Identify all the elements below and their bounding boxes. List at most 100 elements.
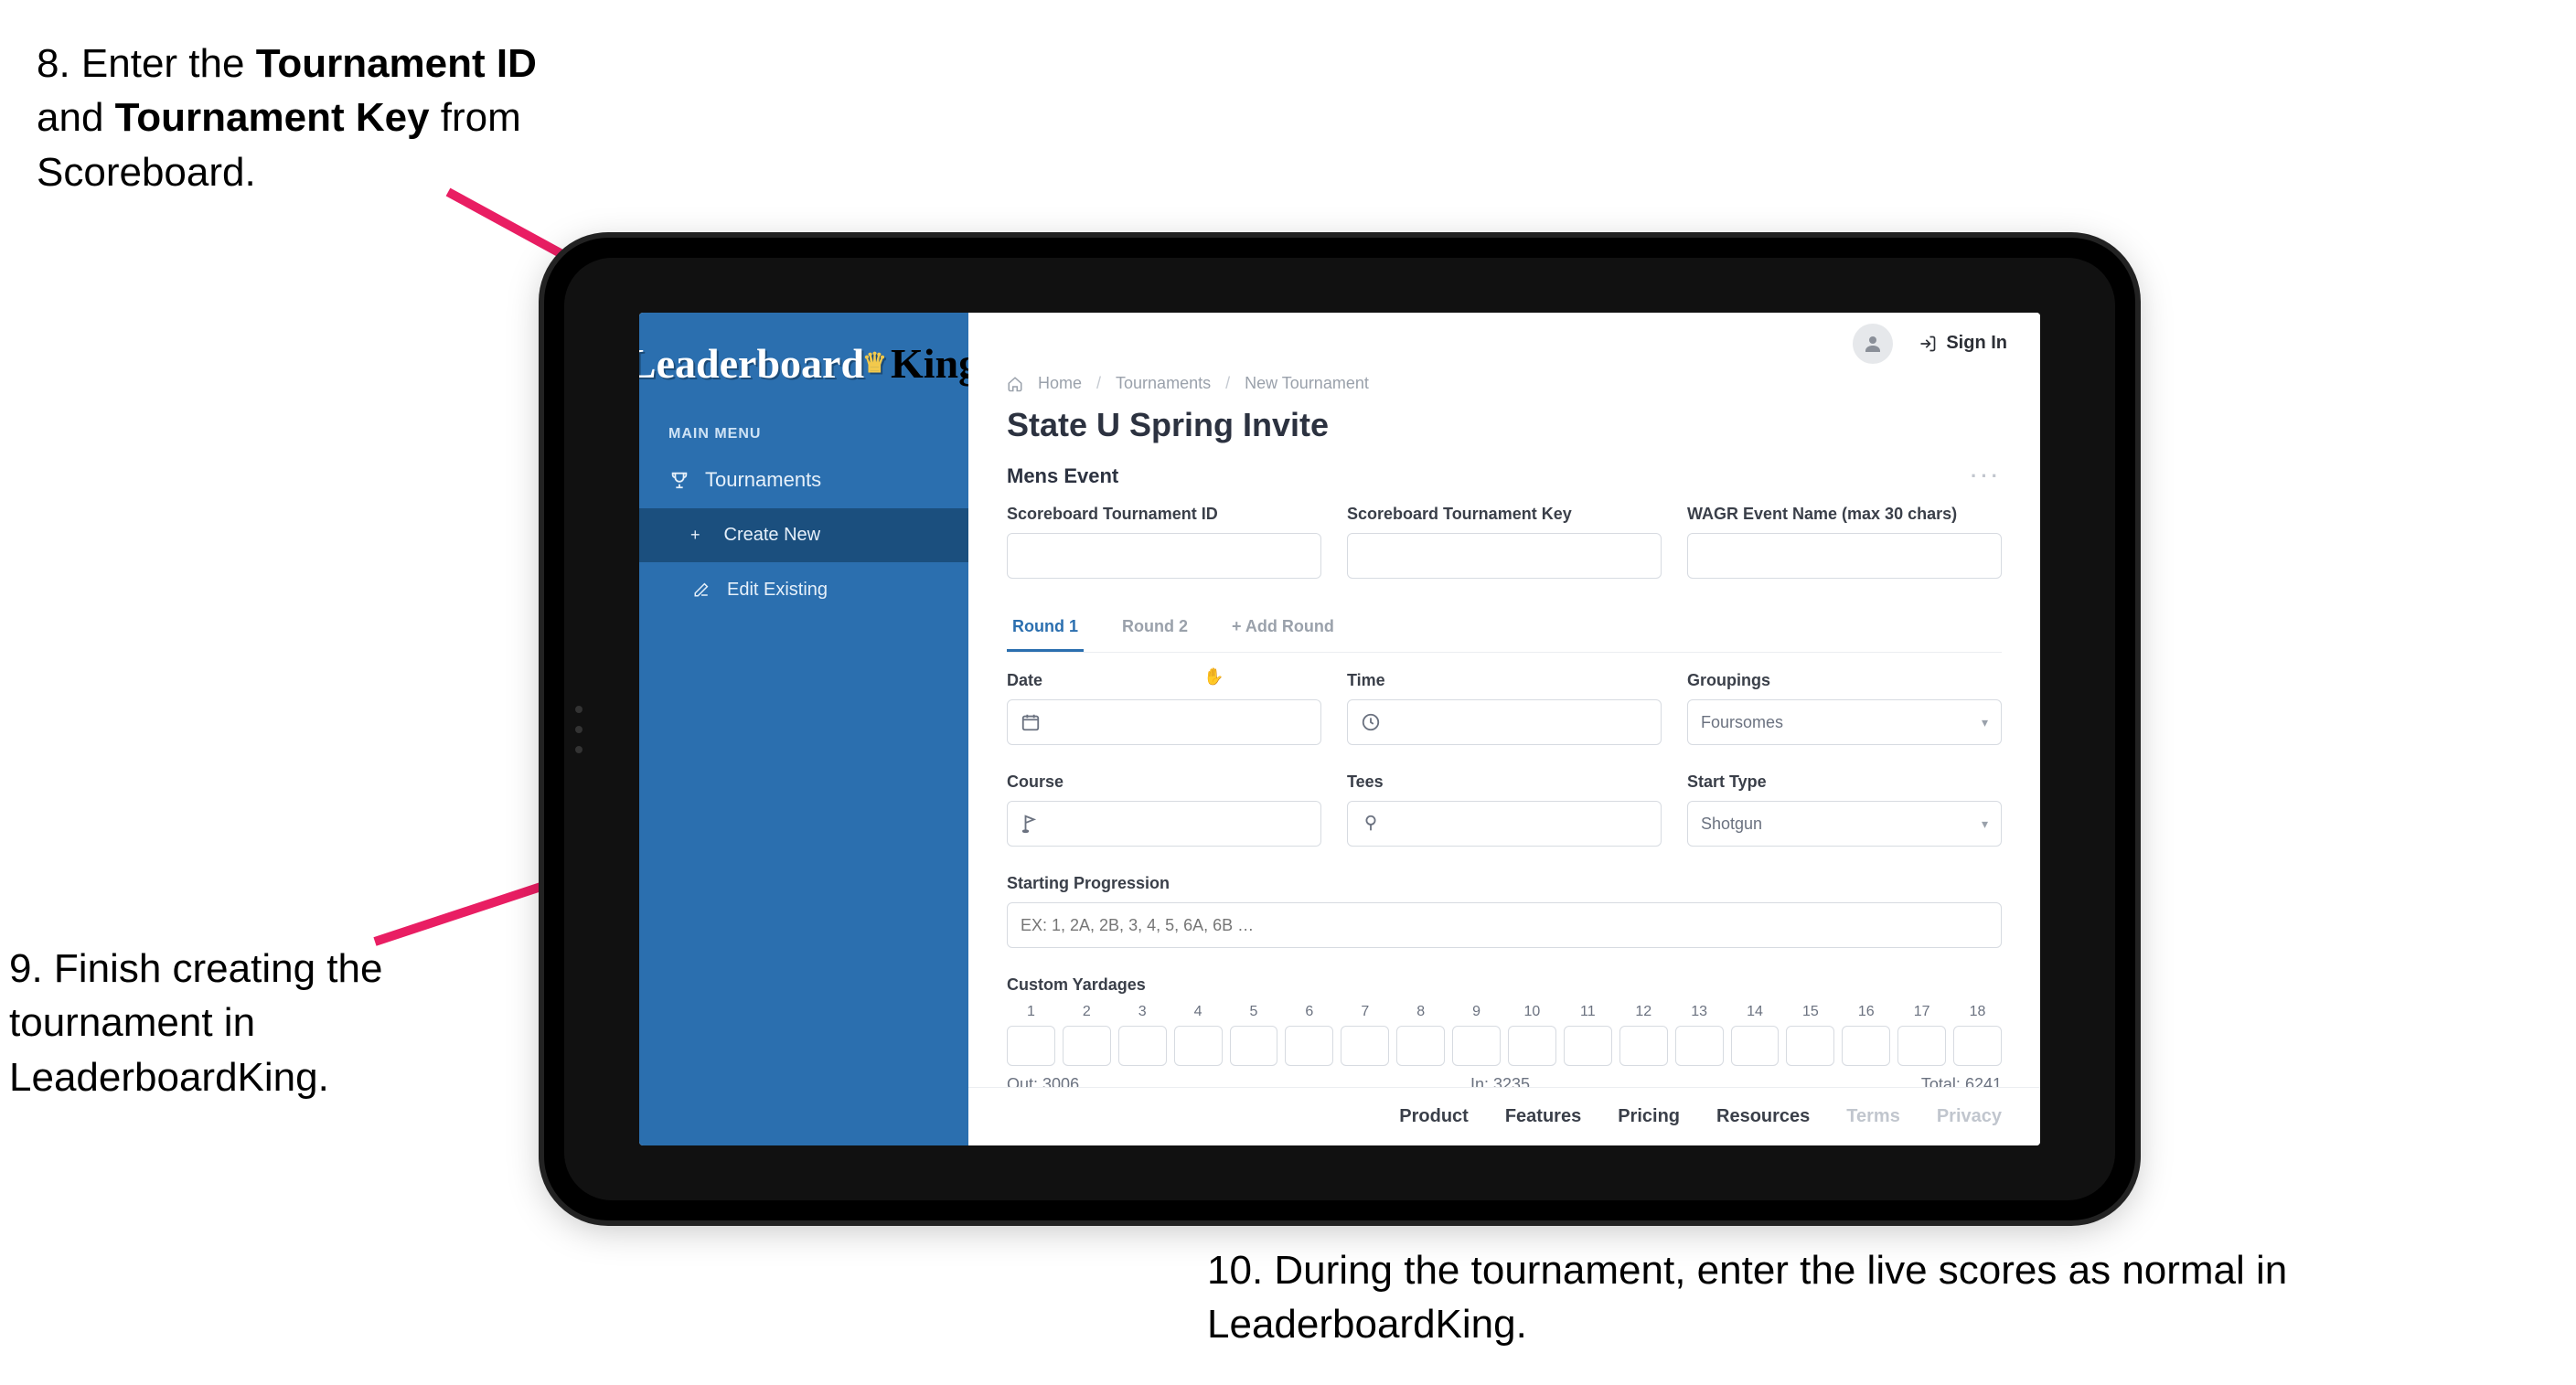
yardage-cell[interactable] (1731, 1026, 1780, 1066)
tablet-bezel: Leaderboard♛King MAIN MENU Tournaments +… (564, 258, 2115, 1200)
section-title: Mens Event ··· (1007, 464, 2002, 488)
step8-text-c: and (37, 95, 115, 140)
crumb-sep: / (1225, 374, 1230, 393)
footer-link-pricing[interactable]: Pricing (1618, 1106, 1680, 1127)
yardage-cell[interactable] (1619, 1026, 1668, 1066)
callout-step-8: 8. Enter the Tournament ID and Tournamen… (37, 37, 549, 199)
hole-label: 10 (1508, 1004, 1556, 1020)
hole-label: 7 (1341, 1004, 1389, 1020)
footer-link-privacy[interactable]: Privacy (1937, 1106, 2002, 1127)
tab-add-round[interactable]: Add Round (1226, 606, 1340, 652)
input-wagr[interactable] (1687, 533, 2002, 579)
field-custom-yardages: Custom Yardages 1 2 3 4 5 6 7 8 9 (1007, 975, 2002, 1087)
label-groupings: Groupings (1687, 671, 2002, 690)
yardage-cell[interactable] (1564, 1026, 1612, 1066)
label-course: Course (1007, 772, 1321, 792)
yardage-cell[interactable] (1285, 1026, 1333, 1066)
sign-in-label: Sign In (1946, 333, 2007, 354)
yardage-cell[interactable] (1341, 1026, 1389, 1066)
yardage-cell[interactable] (1174, 1026, 1223, 1066)
calendar-icon (1021, 712, 1041, 732)
yardage-cell[interactable] (1396, 1026, 1445, 1066)
sidebar-item-label: Tournaments (705, 468, 821, 492)
chevron-down-icon: ▾ (1982, 715, 1988, 730)
footer-link-product[interactable]: Product (1399, 1106, 1469, 1127)
crown-icon: ♛ (862, 347, 887, 379)
label-custom-yardages: Custom Yardages (1007, 975, 2002, 995)
yardage-cell[interactable] (1508, 1026, 1556, 1066)
select-start-type[interactable]: Shotgun ▾ (1687, 801, 2002, 847)
yardage-cell[interactable] (1230, 1026, 1278, 1066)
tab-round-2[interactable]: Round 2 (1117, 606, 1193, 652)
tab-round-1[interactable]: Round 1 (1007, 606, 1084, 652)
input-tees[interactable] (1347, 801, 1662, 847)
logo-text-b: King (891, 339, 979, 388)
yardage-cell[interactable] (1842, 1026, 1890, 1066)
hole-label: 11 (1564, 1004, 1612, 1020)
yardage-cell[interactable] (1897, 1026, 1946, 1066)
hole-label: 4 (1174, 1004, 1223, 1020)
sidebar: Leaderboard♛King MAIN MENU Tournaments +… (639, 313, 968, 1145)
clock-icon (1361, 712, 1381, 732)
yardage-cell[interactable] (1786, 1026, 1834, 1066)
footer-link-terms[interactable]: Terms (1846, 1106, 1900, 1127)
label-start-type: Start Type (1687, 772, 2002, 792)
input-scoreboard-key[interactable] (1347, 533, 1662, 579)
hole-label: 5 (1230, 1004, 1278, 1020)
select-groupings[interactable]: Foursomes ▾ (1687, 699, 2002, 745)
canvas: 8. Enter the Tournament ID and Tournamen… (0, 0, 2576, 1385)
logo-text-a: Leaderboard (639, 339, 864, 388)
field-groupings: Groupings Foursomes ▾ (1687, 671, 2002, 745)
yardage-cell[interactable] (1007, 1026, 1055, 1066)
yardage-cell[interactable] (1953, 1026, 2002, 1066)
tablet-frame: Leaderboard♛King MAIN MENU Tournaments +… (544, 238, 2135, 1220)
label-scoreboard-id: Scoreboard Tournament ID (1007, 505, 1321, 524)
callout-step-9: 9. Finish creating the tournament in Lea… (9, 942, 393, 1104)
avatar[interactable] (1853, 324, 1893, 364)
hole-label: 15 (1786, 1004, 1834, 1020)
hole-label: 16 (1842, 1004, 1890, 1020)
page-title: State U Spring Invite (1007, 406, 2002, 444)
callout-step-10: 10. During the tournament, enter the liv… (1207, 1243, 2304, 1352)
yardage-cell[interactable] (1118, 1026, 1167, 1066)
hole-label: 17 (1897, 1004, 1946, 1020)
field-course: Course (1007, 772, 1321, 847)
input-scoreboard-id[interactable] (1007, 533, 1321, 579)
sidebar-item-edit-existing[interactable]: Edit Existing (639, 562, 968, 617)
start-type-value: Shotgun (1701, 815, 1762, 834)
input-starting-progression[interactable] (1007, 902, 2002, 948)
yardage-input-row (1007, 1026, 2002, 1066)
input-date[interactable] (1007, 699, 1321, 745)
hole-label: 3 (1118, 1004, 1167, 1020)
yardage-cell[interactable] (1452, 1026, 1501, 1066)
home-icon (1007, 376, 1023, 392)
sign-in-button[interactable]: Sign In (1919, 333, 2007, 354)
plus-icon: + (690, 526, 700, 545)
input-course[interactable] (1007, 801, 1321, 847)
hole-label: 9 (1452, 1004, 1501, 1020)
flag-icon (1021, 814, 1041, 834)
yardage-totals: Out: 3006 In: 3235 Total: 6241 (1007, 1075, 2002, 1087)
hole-label: 13 (1675, 1004, 1724, 1020)
sidebar-item-label: Create New (724, 525, 821, 546)
tee-icon (1361, 814, 1381, 834)
field-time: Time (1347, 671, 1662, 745)
app-logo: Leaderboard♛King (639, 313, 968, 413)
sidebar-item-create-new[interactable]: + Create New (639, 508, 968, 562)
yardage-out: Out: 3006 (1007, 1075, 1079, 1087)
app-screen: Leaderboard♛King MAIN MENU Tournaments +… (639, 313, 2040, 1145)
yardage-cell[interactable] (1675, 1026, 1724, 1066)
section-more-button[interactable]: ··· (1971, 464, 2002, 488)
yardage-cell[interactable] (1063, 1026, 1111, 1066)
row-progression: Starting Progression (1007, 874, 2002, 948)
crumb-tournaments[interactable]: Tournaments (1116, 374, 1211, 393)
footer-link-features[interactable]: Features (1505, 1106, 1581, 1127)
input-time[interactable] (1347, 699, 1662, 745)
field-starting-progression: Starting Progression (1007, 874, 2002, 948)
sidebar-section-label: MAIN MENU (639, 413, 968, 452)
crumb-home[interactable]: Home (1038, 374, 1082, 393)
label-tees: Tees (1347, 772, 1662, 792)
footer-link-resources[interactable]: Resources (1716, 1106, 1810, 1127)
field-tees: Tees (1347, 772, 1662, 847)
sidebar-item-tournaments[interactable]: Tournaments (639, 452, 968, 508)
